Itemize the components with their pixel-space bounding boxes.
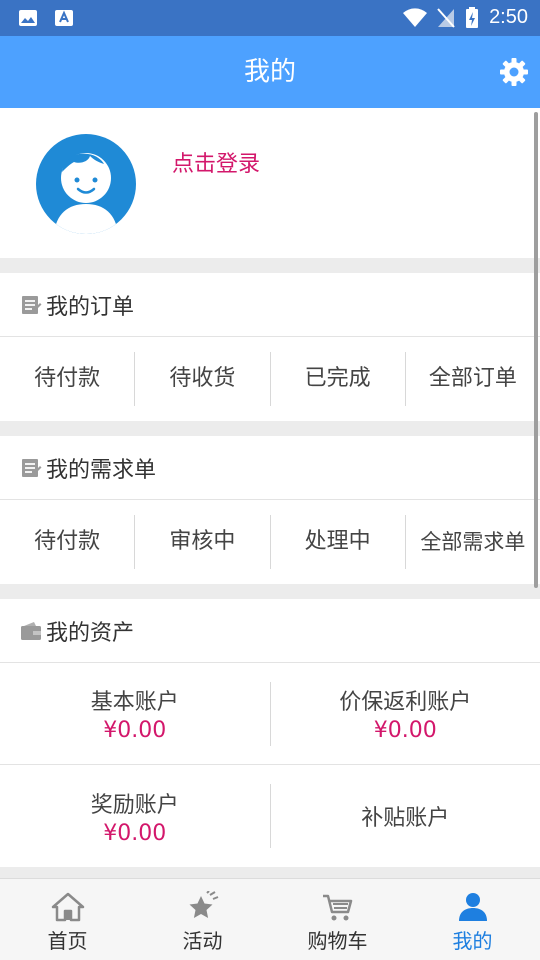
font-notification-icon <box>55 10 73 26</box>
tab-home-label: 首页 <box>47 929 88 953</box>
reward-account[interactable]: 奖励账户 ¥0.00 <box>0 784 271 848</box>
cart-icon <box>322 894 352 921</box>
reward-account-amount: ¥0.00 <box>103 820 167 846</box>
rebate-account[interactable]: 价保返利账户 ¥0.00 <box>271 682 540 746</box>
wifi-icon <box>403 7 428 27</box>
tab-home[interactable]: 首页 <box>0 879 135 960</box>
rebate-account-label: 价保返利账户 <box>339 690 472 715</box>
basic-account[interactable]: 基本账户 ¥0.00 <box>0 681 271 746</box>
order-pending-payment[interactable]: 待付款 <box>0 352 136 406</box>
reward-account-label: 奖励账户 <box>90 792 179 818</box>
home-icon <box>51 892 84 922</box>
no-signal-icon <box>437 7 455 28</box>
order-list-icon <box>22 295 42 314</box>
person-icon <box>458 893 487 921</box>
request-list-icon <box>22 458 42 477</box>
orders-header[interactable]: 我的订单 <box>0 273 540 337</box>
avatar[interactable] <box>36 134 136 234</box>
requests-card: 我的需求单 待付款 审核中 处理中 全部需求单 <box>0 436 540 584</box>
tab-cart-label: 购物车 <box>307 929 368 953</box>
tab-mine-label: 我的 <box>452 929 493 953</box>
requests-title: 我的需求单 <box>46 457 157 483</box>
request-all[interactable]: 全部需求单 <box>406 515 540 569</box>
profile-section: 点击登录 <box>0 108 540 258</box>
login-link[interactable]: 点击登录 <box>172 146 260 178</box>
request-status-row: 待付款 审核中 处理中 全部需求单 <box>0 500 540 584</box>
assets-header[interactable]: 我的资产 <box>0 599 540 663</box>
order-pending-receipt[interactable]: 待收货 <box>135 352 271 406</box>
page-title: 我的 <box>243 57 296 87</box>
wallet-icon <box>21 621 41 640</box>
assets-row-2: 奖励账户 ¥0.00 补贴账户 <box>0 765 540 867</box>
subsidy-account[interactable]: 补贴账户 <box>271 784 540 848</box>
tab-activity-label: 活动 <box>182 929 223 953</box>
orders-title: 我的订单 <box>46 294 135 320</box>
order-all[interactable]: 全部订单 <box>406 352 540 406</box>
scrollbar[interactable] <box>534 112 538 588</box>
bottom-tab-bar: 首页 活动 购物车 我的 <box>0 878 540 960</box>
request-pending-payment[interactable]: 待付款 <box>0 515 136 569</box>
order-status-row: 待付款 待收货 已完成 全部订单 <box>0 337 540 421</box>
requests-header[interactable]: 我的需求单 <box>0 436 540 500</box>
status-bar: 2:50 <box>0 0 540 36</box>
default-avatar-icon <box>54 153 118 234</box>
status-time: 2:50 <box>489 6 528 28</box>
rebate-account-amount: ¥0.00 <box>373 718 437 743</box>
assets-card: 我的资产 基本账户 ¥0.00 价保返利账户 ¥0.00 奖励账户 ¥0.00 … <box>0 599 540 867</box>
settings-gear-icon[interactable] <box>498 56 530 88</box>
request-processing[interactable]: 处理中 <box>271 515 406 569</box>
gallery-notification-icon <box>19 10 37 26</box>
tab-cart[interactable]: 购物车 <box>270 879 405 960</box>
tab-activity[interactable]: 活动 <box>135 879 270 960</box>
star-icon <box>189 891 218 918</box>
tab-mine[interactable]: 我的 <box>405 879 540 960</box>
basic-account-label: 基本账户 <box>90 690 179 715</box>
request-reviewing[interactable]: 审核中 <box>135 515 271 569</box>
assets-row-1: 基本账户 ¥0.00 价保返利账户 ¥0.00 <box>0 663 540 765</box>
order-completed[interactable]: 已完成 <box>271 352 406 406</box>
assets-title: 我的资产 <box>46 620 135 646</box>
subsidy-account-label: 补贴账户 <box>361 806 450 831</box>
orders-card: 我的订单 待付款 待收货 已完成 全部订单 <box>0 273 540 421</box>
battery-charging-icon <box>466 6 479 28</box>
app-bar: 我的 <box>0 36 540 108</box>
basic-account-amount: ¥0.00 <box>103 718 167 743</box>
